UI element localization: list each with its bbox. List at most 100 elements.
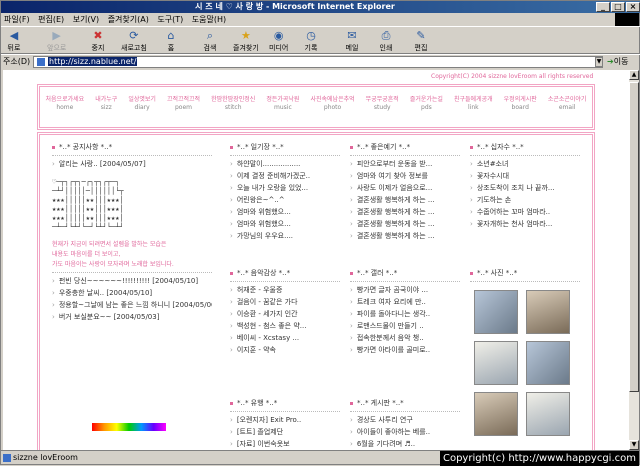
scroll-up-button[interactable]: ▲ [629,70,639,80]
list-item[interactable]: 파이를 돌아다니는 생각.. [350,308,460,320]
nav-item-pds[interactable]: 즐거운가는길 pds [410,96,443,112]
search-button[interactable]: ⌕ 검색 [203,29,217,52]
list-item[interactable]: 6월을 기다려며 ♬.. [350,438,460,450]
list-item[interactable]: 하얀말이................. [230,158,340,170]
nav-item-stitch[interactable]: 한땀한땀장인정신 stitch [211,96,255,112]
list-item[interactable]: 빵가면 글자 곰국이야 ... [350,284,460,296]
list-item[interactable]: 사랑도 이제가 얼음으로... [350,182,460,194]
list-item[interactable]: 허재준 - 우울증 [230,284,340,296]
post-item[interactable]: 펀빈 당신~~~~~~!!!!!!!!!! [2004/05/10] [52,275,212,287]
divider [52,272,212,273]
list-item[interactable]: 백성현 - 첨스 좋은 약... [230,320,340,332]
menu-tools[interactable]: 도구(T) [154,13,186,26]
list-item[interactable]: 경상도 사투리 연구 [350,414,460,426]
nav-item-poem[interactable]: 끄적끄적끄적 poem [167,96,200,112]
scroll-down-button[interactable]: ▼ [629,440,639,450]
photo-thumbnail[interactable] [474,341,518,385]
photo-thumbnail[interactable] [474,290,518,334]
nav-item-photo[interactable]: 사진속에남은추억 photo [310,96,354,112]
menu-edit[interactable]: 편집(E) [35,13,67,26]
list-item[interactable]: [트트] 졸업제단 [230,426,340,438]
list-item[interactable]: 피안으로부터 운동을 받... [350,158,460,170]
nav-item-home[interactable]: 처음으로가세요 home [46,96,85,112]
list-item[interactable]: 이지훈 - 약속 [230,344,340,356]
scroll-thumb[interactable] [629,82,639,392]
column-list: 빵가면 글자 곰국이야 ...트레크 여자 요리에 만..파이를 돌아다니는 생… [350,284,460,356]
nav-item-music[interactable]: 정든가곡낙원 music [266,96,299,112]
list-item[interactable]: 가망님의 우우요.... [230,230,340,242]
bullet-icon [230,271,233,275]
list-item[interactable]: 엄마와 위험했으... [230,218,340,230]
photo-thumbnail[interactable] [474,392,518,436]
windows-logo-icon [615,13,639,26]
edit-icon: ✎ [416,29,426,42]
menu-view[interactable]: 보기(V) [70,13,102,26]
list-item[interactable]: 베이씨 - Xcstasy ... [230,332,340,344]
refresh-button[interactable]: ⟳ 새로고침 [121,29,147,52]
go-arrow-icon: ➔ [607,57,614,66]
photo-thumbnail[interactable] [526,341,570,385]
forward-button[interactable]: ▶ 앞으로 [47,29,66,52]
list-item[interactable]: 결혼생활 행복하게 하는 ... [350,218,460,230]
list-item[interactable]: 결혼생활 행복하게 하는 ... [350,206,460,218]
minimize-button[interactable]: _ [596,2,610,12]
back-button[interactable]: ◀ 뒤로 [7,29,21,52]
photo-thumbnail[interactable] [526,290,570,334]
list-item[interactable]: 빵가면 아타이를 골미로.. [350,344,460,356]
status-text: sizzne lovEroom [3,451,78,465]
list-item[interactable]: 이제 결정 준비해가겠군.. [230,170,340,182]
post-item[interactable]: 버거 보실분요~~ [2004/05/03] [52,311,212,323]
address-dropdown-button[interactable]: ▼ [595,57,603,67]
nav-item-link[interactable]: 친구들에게공개 link [454,96,493,112]
mail-button[interactable]: ✉ 메일 [345,29,359,52]
list-item[interactable]: [오렌지자] Exit Pro.. [230,414,340,426]
list-item[interactable]: 상조도착이 조치 나 끝까... [470,182,580,194]
nav-item-sizz[interactable]: 내가누구 sizz [95,96,117,112]
list-item[interactable]: 결혼생활 행복하게 하는 ... [350,194,460,206]
maximize-button[interactable]: □ [611,2,625,12]
media-button[interactable]: ◉ 미디어 [269,29,288,52]
nav-item-board[interactable]: 우정의게시판 board [504,96,537,112]
list-item[interactable]: [자료] 이번숙옷보 [230,438,340,450]
menu-favorites[interactable]: 즐겨찾기(A) [105,13,152,26]
list-item[interactable]: 수줍어하는 꼬마 엄마라.. [470,206,580,218]
photo-thumbnail[interactable] [526,392,570,436]
list-item[interactable]: 꽃자개하는 천사 엄마라... [470,218,580,230]
go-button[interactable]: ➔이동 [607,56,628,68]
nav-item-email[interactable]: 소곤소곤이야기 email [548,96,587,112]
close-button[interactable]: × [626,2,640,12]
menu-file[interactable]: 파일(F) [1,13,33,26]
list-item[interactable]: 트레크 여자 요리에 만.. [350,296,460,308]
list-item[interactable]: 엄마와 여기 찾아 정보를 [350,170,460,182]
address-input[interactable]: http://sizz.nablue.net/ [33,56,603,68]
edit-button[interactable]: ✎ 편집 [414,29,428,52]
list-item[interactable]: 꽃자수시대 [470,170,580,182]
nav-item-study[interactable]: 무궁무궁흔적 study [366,96,399,112]
post-item[interactable]: 정용할~그날에 남는 좋은 느낌 하니니 [2004/05/06] [52,299,212,311]
column-title: *..* 게시판 *..* [357,399,404,407]
print-button[interactable]: ⎙ 인쇄 [379,29,393,52]
list-item[interactable]: 접속한분께서 음악 챙.. [350,332,460,344]
list-item[interactable]: 엄마와 위험했으... [230,206,340,218]
list-item[interactable]: 소년#소녀 [470,158,580,170]
vertical-scrollbar[interactable]: ▲ ▼ [629,70,639,450]
list-item[interactable]: 이승환 - 세가지 인간 [230,308,340,320]
list-item[interactable]: 기도하는 손 [470,194,580,206]
list-item[interactable]: 오늘 내가 오랑을 있었... [230,182,340,194]
home-button[interactable]: ⌂ 홈 [164,29,178,52]
bullet-icon [350,401,353,405]
nav-item-diary[interactable]: 일상엿보기 diary [128,96,156,112]
notice-item[interactable]: 알리는 사랑.. [2004/05/07] [52,158,212,170]
list-item[interactable]: 아이들이 좋아하는 베를.. [350,426,460,438]
list-item[interactable]: 로맨스드물이 만들기 .. [350,320,460,332]
post-item[interactable]: 우중충한 날씨.. [2004/05/10] [52,287,212,299]
history-button[interactable]: ◷ 기록 [304,29,318,52]
history-icon: ◷ [306,29,316,42]
print-icon: ⎙ [381,29,391,42]
menu-help[interactable]: 도움말(H) [189,13,229,26]
list-item[interactable]: 걸음이 - 꿈같은 가다 [230,296,340,308]
list-item[interactable]: 어린왕은~^..^ [230,194,340,206]
favorites-button[interactable]: ★ 즐겨찾기 [233,29,259,52]
stop-button[interactable]: ✖ 중지 [91,29,105,52]
list-item[interactable]: 결혼생활 행복하게 하는 ... [350,230,460,242]
